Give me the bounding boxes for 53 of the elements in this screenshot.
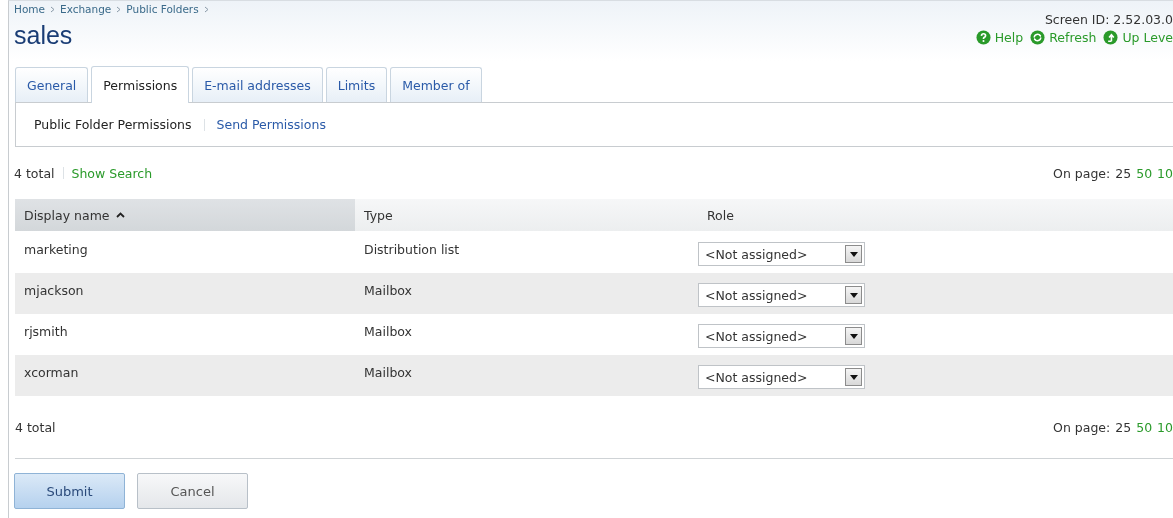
subtab-link[interactable]: Send Permissions: [216, 117, 326, 132]
total-count: 4 total: [15, 419, 56, 435]
cancel-button[interactable]: Cancel: [137, 473, 248, 509]
table-cell-text: marketing: [23, 241, 89, 259]
show-search-link[interactable]: Show Search: [71, 165, 153, 181]
tab[interactable]: Limits: [325, 67, 388, 102]
dropdown-arrow-icon: [849, 292, 858, 298]
page-title: sales: [14, 21, 74, 50]
sort-up-icon: [115, 212, 125, 218]
tab[interactable]: Permissions: [91, 66, 190, 103]
chevron-icon: [203, 5, 209, 13]
column-header[interactable]: Type: [355, 199, 698, 231]
tab[interactable]: Member of: [390, 67, 482, 102]
page-size-link[interactable]: 25: [1115, 165, 1132, 181]
page-size-link[interactable]: 50: [1136, 165, 1153, 181]
subtab-link[interactable]: Public Folder Permissions: [34, 117, 192, 132]
header-link[interactable]: Refresh: [1030, 30, 1097, 45]
page-size-link[interactable]: 50: [1136, 419, 1153, 435]
role-dropdown[interactable]: <Not assigned>: [698, 283, 865, 307]
table-cell-text: Mailbox: [363, 364, 413, 382]
screen-id: Screen ID: 2.52.03.0: [1044, 12, 1173, 27]
dropdown-arrow-icon: [849, 251, 858, 257]
breadcrumb-link[interactable]: Public Folders: [126, 3, 199, 15]
chevron-icon: [116, 5, 122, 13]
on-page-label: On page:: [1053, 165, 1111, 181]
tab[interactable]: General: [15, 67, 89, 102]
help-icon: [975, 30, 991, 45]
column-header[interactable]: Role: [698, 199, 734, 231]
role-dropdown[interactable]: <Not assigned>: [698, 365, 865, 389]
table-cell-text: mjackson: [23, 282, 85, 300]
table-cell-text: Mailbox: [363, 323, 413, 341]
role-dropdown[interactable]: <Not assigned>: [698, 324, 865, 348]
table-cell-text: xcorman: [23, 364, 80, 382]
table-cell-text: Distribution list: [363, 241, 461, 259]
chevron-icon: [50, 5, 55, 13]
page-size-link[interactable]: 10: [1157, 419, 1173, 435]
role-dropdown[interactable]: <Not assigned>: [698, 242, 865, 266]
header-link[interactable]: Help: [975, 30, 1024, 45]
submit-button[interactable]: Submit: [14, 473, 125, 509]
column-header[interactable]: Display name: [15, 199, 355, 231]
total-count: 4 total: [14, 165, 55, 181]
refresh-icon: [1030, 30, 1046, 45]
dropdown-arrow-icon: [849, 333, 858, 339]
table-cell-text: Mailbox: [363, 282, 413, 300]
dropdown-arrow-icon: [849, 374, 858, 380]
table-cell-text: rjsmith: [23, 323, 69, 341]
breadcrumb-link[interactable]: Exchange: [60, 3, 112, 15]
header-link[interactable]: Up Leve: [1103, 30, 1173, 45]
page-size-link[interactable]: 25: [1115, 419, 1132, 435]
page-size-link[interactable]: 10: [1157, 165, 1173, 181]
breadcrumb-link[interactable]: Home: [14, 3, 45, 15]
tab[interactable]: E-mail addresses: [192, 67, 323, 102]
on-page-label: On page:: [1053, 419, 1111, 435]
